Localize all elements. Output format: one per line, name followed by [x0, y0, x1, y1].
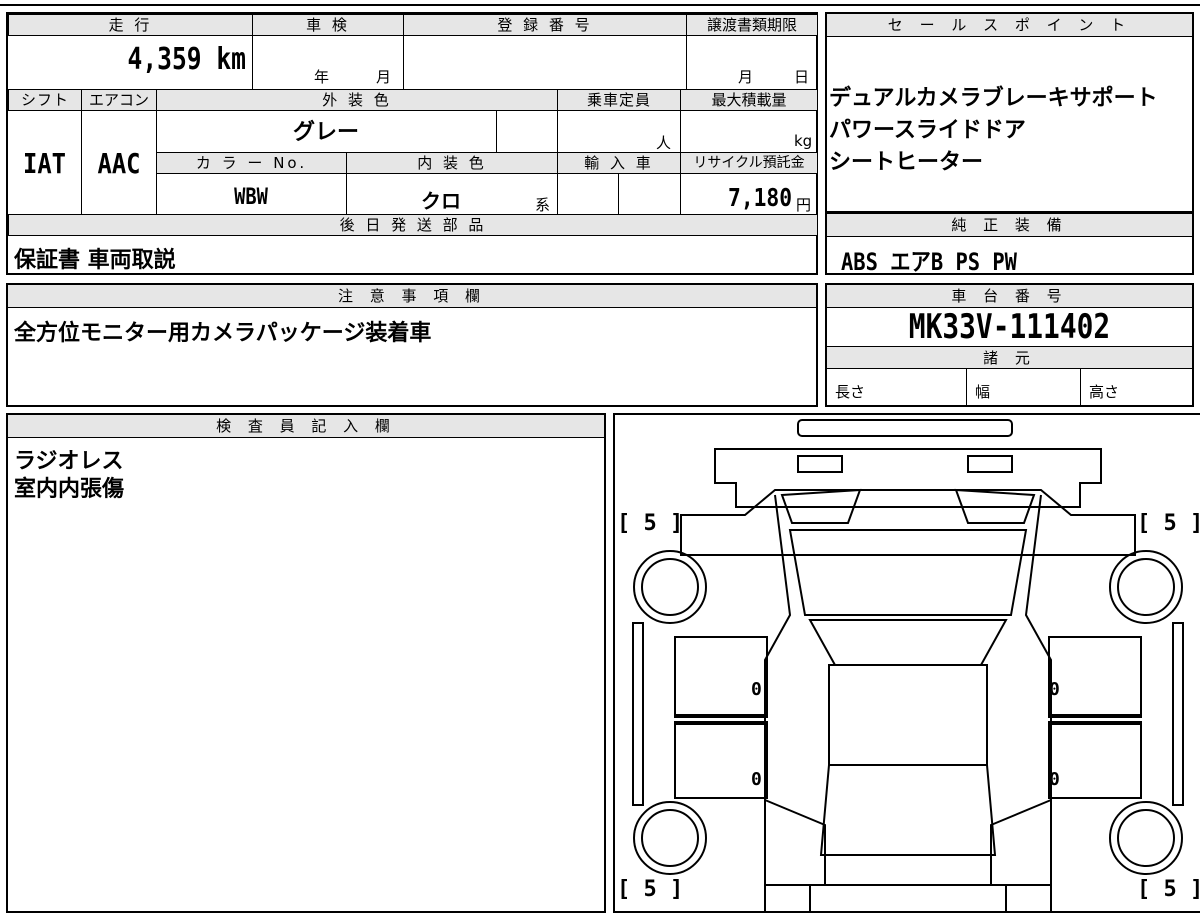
chassis-value: MK33V-111402: [908, 307, 1111, 347]
mark-right-front: 0: [1049, 679, 1060, 700]
recycle-value: 7,180: [728, 183, 792, 212]
genuine-equipment-value: ABS エアB PS PW: [841, 248, 1017, 276]
inspector-line: 室内内張傷: [14, 477, 125, 502]
color-no-label: カ ラ ー No.: [156, 152, 347, 174]
chassis-label: 車 台 番 号: [827, 285, 1192, 308]
recycle-label: リサイクル預託金: [680, 152, 818, 174]
mark-left-rear: 0: [751, 769, 762, 790]
later-parts-label: 後 日 発 送 部 品: [8, 214, 818, 236]
exterior-color-value: グレー: [292, 120, 359, 145]
inspection-year-unit: 年: [314, 68, 330, 86]
later-parts-value: 保証書 車両取説: [14, 248, 176, 273]
mark-right-rear: 0: [1049, 769, 1060, 790]
notes-value: 全方位モニター用カメラパッケージ装着車: [14, 321, 432, 346]
capacity-label: 乗車定員: [557, 89, 681, 111]
sales-point-item: シートヒーター: [829, 150, 984, 175]
width-label: 幅: [975, 383, 991, 401]
import-label: 輸 入 車: [557, 152, 681, 174]
height-label: 高さ: [1089, 383, 1120, 401]
aircon-label: エアコン: [81, 89, 157, 111]
sales-points-box: セ ー ル ス ポ イ ン ト デュアルカメラブレーキサポート パワースライドド…: [825, 12, 1194, 213]
transfer-day-unit: 日: [794, 68, 810, 86]
max-load-label: 最大積載量: [680, 89, 818, 111]
length-label: 長さ: [835, 383, 866, 401]
vehicle-info-table: 走 行 車 検 登 録 番 号 譲渡書類期限 4,359 km 年 月 月 日 …: [6, 12, 818, 275]
inspector-label: 検 査 員 記 入 欄: [8, 415, 604, 438]
car-diagram-box: [ 5 ] [ 5 ] [ 5 ] [ 5 ] 0 0 0 0: [613, 413, 1200, 913]
notes-label: 注 意 事 項 欄: [8, 285, 816, 308]
aircon-value: AAC: [97, 147, 141, 180]
shift-label: シフト: [8, 89, 82, 111]
top-cutoff-strip: [0, 0, 1200, 6]
recycle-unit: 円: [796, 196, 812, 214]
max-load-unit: kg: [794, 132, 813, 150]
color-no-value: WBW: [234, 185, 268, 210]
capacity-unit: 人: [656, 134, 672, 152]
transfer-deadline-label: 譲渡書類期限: [686, 14, 818, 36]
exterior-color-label: 外 装 色: [156, 89, 558, 111]
interior-color-value: クロ: [421, 189, 461, 213]
genuine-equipment-label: 純 正 装 備: [827, 214, 1192, 237]
sales-point-item: パワースライドドア: [829, 118, 1026, 143]
tire-rear-right: [ 5 ]: [1137, 877, 1200, 902]
sales-point-item: デュアルカメラブレーキサポート: [829, 86, 1158, 111]
interior-color-unit: 系: [535, 196, 551, 214]
chassis-box: 車 台 番 号 MK33V-111402 諸 元 長さ 幅 高さ: [825, 283, 1194, 407]
tire-rear-left: [ 5 ]: [617, 877, 684, 902]
inspection-month-unit: 月: [376, 68, 392, 86]
interior-color-label: 内 装 色: [346, 152, 558, 174]
tire-front-right: [ 5 ]: [1137, 511, 1200, 536]
transfer-month-unit: 月: [738, 68, 754, 86]
tire-front-left: [ 5 ]: [617, 511, 684, 536]
mark-left-front: 0: [751, 679, 762, 700]
registration-label: 登 録 番 号: [403, 14, 687, 36]
shift-value: IAT: [22, 147, 66, 180]
specs-label: 諸 元: [827, 347, 1192, 369]
inspector-box: 検 査 員 記 入 欄 ラジオレス 室内内張傷: [6, 413, 606, 913]
mileage-label: 走 行: [8, 14, 253, 36]
mileage-value: 4,359 km: [127, 42, 246, 77]
inspection-label: 車 検: [252, 14, 404, 36]
sales-points-label: セ ー ル ス ポ イ ン ト: [827, 14, 1192, 37]
car-diagram: [632, 419, 1184, 911]
genuine-equipment-box: 純 正 装 備 ABS エアB PS PW: [825, 212, 1194, 276]
notes-box: 注 意 事 項 欄 全方位モニター用カメラパッケージ装着車: [6, 283, 818, 407]
